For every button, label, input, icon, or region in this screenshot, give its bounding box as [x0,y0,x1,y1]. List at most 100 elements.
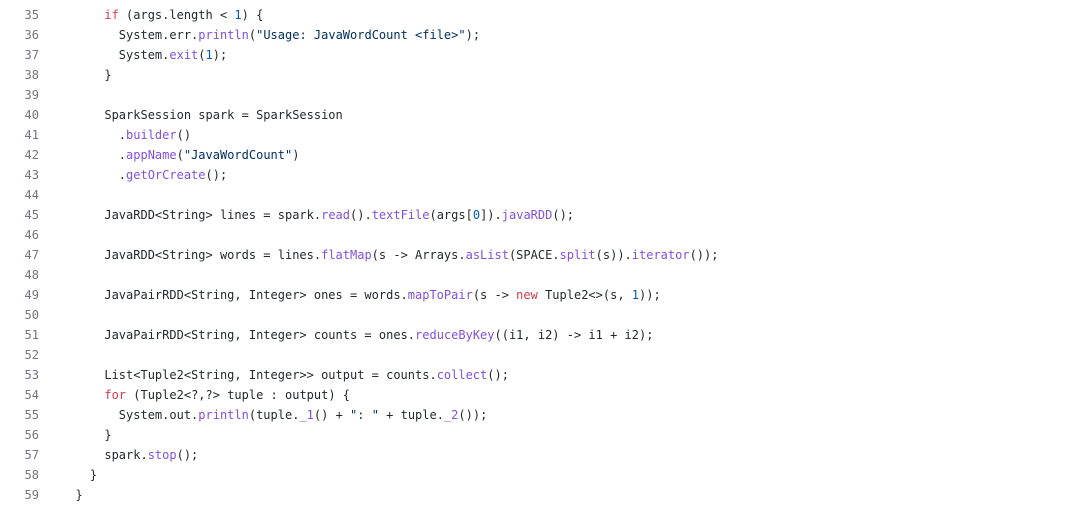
code-token: (Tuple2<?,?> tuple : output) { [126,388,351,402]
line-number: 42 [24,148,39,162]
code-token: . [61,128,127,142]
function-token: reduceByKey [415,328,495,342]
code-token: )); [639,288,661,302]
code-token: JavaPairRDD<String, Integer> counts = on… [61,328,416,342]
function-token: exit [169,48,199,62]
code-token: System.err. [61,28,199,42]
function-token: split [559,248,596,262]
keyword-token: for [104,388,127,402]
line-number: 56 [24,428,39,442]
code-content: } [39,425,1091,445]
code-content: JavaPairRDD<String, Integer> counts = on… [39,325,1091,345]
function-token: javaRDD [501,208,553,222]
function-token: stop [147,448,177,462]
code-token: ); [212,48,228,62]
code-token: ( [198,48,206,62]
code-line: 49 JavaPairRDD<String, Integer> ones = w… [0,285,1091,305]
code-token: Tuple2<>(s, [537,288,632,302]
code-content: .getOrCreate(); [39,165,1091,185]
line-number: 35 [24,8,39,22]
code-token: (SPACE. [508,248,560,262]
code-line: 40 SparkSession spark = SparkSession [0,105,1091,125]
code-token: (s)). [595,248,632,262]
code-content: JavaPairRDD<String, Integer> ones = word… [39,285,1091,305]
code-token: (args.length < [118,8,235,22]
code-token: System. [61,48,170,62]
function-token: read [321,208,350,222]
code-line: 37 System.exit(1); [0,45,1091,65]
code-content: .builder() [39,125,1091,145]
code-token: } [61,68,112,82]
line-number: 49 [24,288,39,302]
code-token: JavaPairRDD<String, Integer> ones = word… [61,288,408,302]
code-token: (); [487,368,509,382]
code-content: for (Tuple2<?,?> tuple : output) { [39,385,1091,405]
code-token: ) { [241,8,264,22]
line-number: 36 [24,28,39,42]
line-number: 59 [24,488,39,502]
code-content: } [39,465,1091,485]
line-number: 39 [24,88,39,102]
code-token: JavaRDD<String> lines = spark. [61,208,322,222]
code-content: System.err.println("Usage: JavaWordCount… [39,25,1091,45]
function-token: flatMap [321,248,372,262]
function-token: builder [126,128,177,142]
keyword-token: if [104,8,119,22]
code-content: .appName("JavaWordCount") [39,145,1091,165]
code-content: if (args.length < 1) { [39,5,1091,25]
code-content: JavaRDD<String> lines = spark.read().tex… [39,205,1091,225]
code-token: (args[ [429,208,473,222]
code-token: ); [465,28,481,42]
code-line: 38 } [0,65,1091,85]
function-token: mapToPair [407,288,473,302]
function-token: textFile [371,208,430,222]
code-token: System.out. [61,408,199,422]
line-number: 58 [24,468,39,482]
line-number: 38 [24,68,39,82]
code-line: 54 for (Tuple2<?,?> tuple : output) { [0,385,1091,405]
code-token: } [61,428,112,442]
string-token: "Usage: JavaWordCount <file>" [256,28,466,42]
code-content: System.out.println(tuple._1() + ": " + t… [39,405,1091,425]
code-token: ( [176,148,184,162]
function-token: appName [126,148,177,162]
code-token: . [61,148,127,162]
function-token: collect [436,368,488,382]
code-token: ) [292,148,300,162]
line-number: 51 [24,328,39,342]
line-number: 54 [24,388,39,402]
code-token: spark. [61,448,148,462]
line-number: 40 [24,108,39,122]
number-token: 1 [234,8,242,22]
code-content [39,185,1091,205]
code-token: () + [313,408,351,422]
line-number: 44 [24,188,39,202]
code-token: } [61,488,83,502]
function-token: asList [465,248,509,262]
code-token: (); [205,168,228,182]
code-token: () [176,128,192,142]
line-number: 46 [24,228,39,242]
line-number: 47 [24,248,39,262]
code-token: List<Tuple2<String, Integer>> output = c… [61,368,437,382]
code-line: 58 } [0,465,1091,485]
line-number: 57 [24,448,39,462]
code-line: 59 } [0,485,1091,505]
line-number: 43 [24,168,39,182]
code-token: (); [176,448,199,462]
code-line: 39 [0,85,1091,105]
function-token: _1 [299,408,314,422]
code-token: + tuple. [378,408,444,422]
line-number: 55 [24,408,39,422]
function-token: println [198,408,249,422]
code-token: . [61,168,127,182]
code-token: (tuple. [248,408,300,422]
code-content: } [39,65,1091,85]
code-content: spark.stop(); [39,445,1091,465]
line-number: 53 [24,368,39,382]
code-line: 50 [0,305,1091,325]
code-view: 35 if (args.length < 1) {36 System.err.p… [0,0,1091,513]
code-token: ()); [458,408,488,422]
code-token: ((i1, i2) -> i1 + i2); [494,328,654,342]
